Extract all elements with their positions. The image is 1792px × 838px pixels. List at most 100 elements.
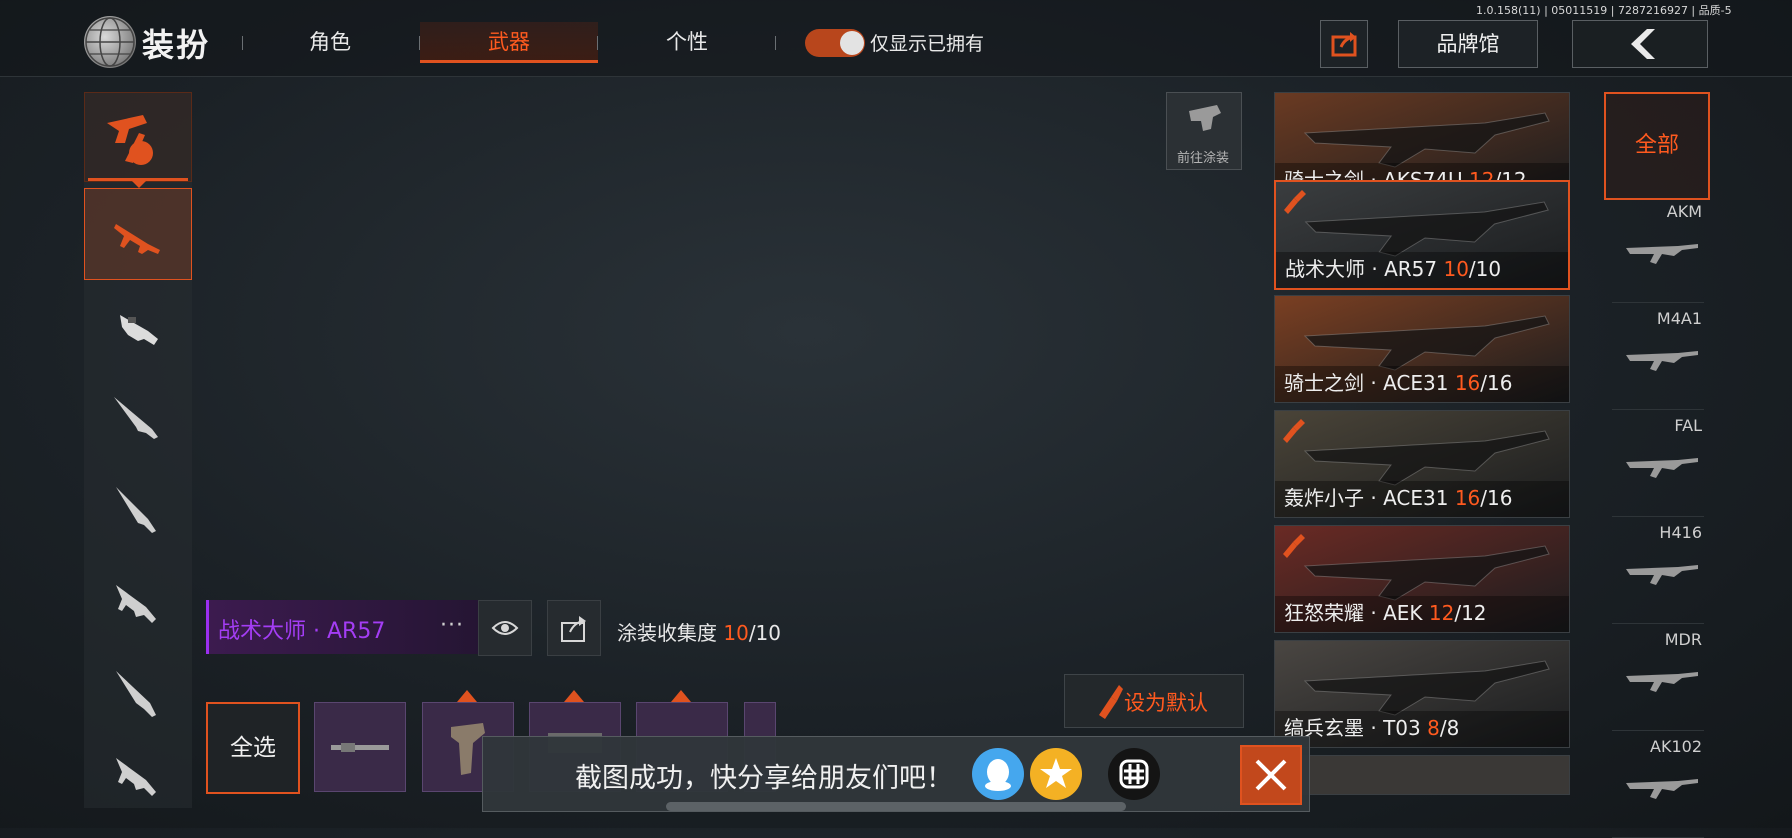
back-arrow-icon — [1631, 29, 1655, 59]
all-weapons-icon — [107, 115, 153, 165]
skin-name: 战术大师 · AR57 10/10 — [1285, 253, 1501, 282]
skin-name: 骑士之剑 · ACE31 16/16 — [1284, 367, 1512, 396]
skin-total: /12 — [1454, 601, 1487, 625]
gun-silhouette-icon — [1626, 244, 1698, 264]
close-icon — [1255, 759, 1287, 791]
gun-filter-item[interactable]: MDR — [1612, 626, 1704, 731]
skin-title: 轰炸小子 · ACE31 — [1284, 486, 1455, 510]
go-paint-label: 前往涂装 — [1176, 151, 1229, 166]
share-icon — [1331, 32, 1357, 57]
brush-icon — [1099, 685, 1123, 719]
category-shotgun[interactable] — [84, 648, 192, 738]
skin-card-partial[interactable] — [1274, 755, 1570, 795]
grid-share-icon — [1119, 759, 1149, 789]
marksman-rifle-icon — [116, 487, 156, 533]
skin-card[interactable]: 轰炸小子 · ACE31 16/16 — [1274, 410, 1570, 518]
rifle-icon — [116, 585, 156, 623]
assault-rifle-icon — [114, 224, 160, 254]
other-share-button[interactable] — [1108, 748, 1160, 800]
toggle-knob — [840, 31, 864, 55]
back-button[interactable] — [1572, 20, 1708, 68]
smg-icon — [120, 315, 158, 345]
divider — [775, 36, 776, 50]
owned-only-label: 仅显示已拥有 — [870, 33, 985, 55]
version-info: 1.0.158(11) | 05011519 | 7287216927 | 品质… — [1476, 4, 1732, 17]
slot-arrow — [564, 690, 584, 702]
paint-brush-icon — [1283, 419, 1305, 443]
skin-name: 狂怒荣耀 · AEK 12/12 — [1284, 597, 1487, 626]
category-lmg[interactable] — [84, 740, 192, 808]
skin-card[interactable]: 狂怒荣耀 · AEK 12/12 — [1274, 525, 1570, 633]
gun-filter-item[interactable]: FAL — [1612, 412, 1704, 517]
gun-name: FAL — [1674, 416, 1702, 435]
lmg-icon — [116, 758, 156, 796]
paint-brush-icon — [1283, 534, 1305, 558]
category-marksman[interactable] — [84, 464, 192, 554]
skin-card[interactable]: 战术大师 · AR57 10/10 — [1274, 180, 1570, 290]
qzone-star-icon — [1040, 758, 1072, 788]
skin-owned: 16 — [1454, 486, 1481, 510]
gun-silhouette-icon — [1626, 672, 1698, 692]
gun-silhouette-icon — [1626, 351, 1698, 371]
skin-title: 狂怒荣耀 · AEK — [1284, 601, 1429, 625]
qq-share-button[interactable] — [972, 748, 1024, 800]
category-sniper[interactable] — [84, 372, 192, 462]
globe-logo-icon — [84, 16, 136, 68]
gun-filter-item[interactable]: AKM — [1612, 198, 1704, 303]
category-smg[interactable] — [84, 280, 192, 370]
brand-hall-button[interactable]: 品牌馆 — [1398, 20, 1538, 68]
gun-silhouette-icon — [1626, 779, 1698, 799]
toast-close-button[interactable] — [1240, 745, 1302, 805]
gun-name: MDR — [1664, 630, 1702, 649]
skin-owned: 10 — [1443, 257, 1469, 281]
category-assault-rifle[interactable] — [84, 188, 192, 280]
skin-title: 骑士之剑 · ACE31 — [1284, 371, 1455, 395]
gun-filter-item[interactable]: AK102 — [1612, 733, 1704, 838]
share-skin-button[interactable] — [547, 600, 601, 656]
more-options-icon[interactable]: ··· — [440, 613, 464, 638]
filter-all-button[interactable]: 全部 — [1604, 92, 1710, 200]
set-default-label: 设为默认 — [1124, 691, 1208, 715]
skin-card[interactable]: 骑士之剑 · ACE31 16/16 — [1274, 295, 1570, 403]
shotgun-icon — [116, 671, 156, 717]
skin-card[interactable]: 缟兵玄墨 · T03 8/8 — [1274, 640, 1570, 748]
sniper-rifle-icon — [114, 397, 158, 439]
gun-name: AK102 — [1650, 737, 1702, 756]
select-all-button[interactable]: 全选 — [206, 702, 300, 794]
skin-total: /10 — [1468, 257, 1502, 281]
skin-owned: 12 — [1428, 601, 1455, 625]
tab-personality[interactable]: 个性 — [598, 22, 776, 62]
paint-collection: 涂装收集度 10/10 — [617, 617, 781, 646]
qq-icon — [985, 759, 1011, 791]
gun-silhouette-icon — [1626, 565, 1698, 585]
qzone-share-button[interactable] — [1030, 748, 1082, 800]
skin-name: 轰炸小子 · ACE31 16/16 — [1284, 482, 1512, 511]
skin-total: /16 — [1480, 371, 1513, 395]
gun-name: H416 — [1659, 523, 1702, 542]
tab-role[interactable]: 角色 — [241, 22, 419, 62]
toast-message: 截图成功，快分享给朋友们吧！ — [575, 763, 953, 794]
collection-total: /10 — [748, 621, 781, 645]
gun-name: M4A1 — [1656, 309, 1702, 328]
gun-filter-item[interactable]: H416 — [1612, 519, 1704, 624]
tab-weapon[interactable]: 武器 — [420, 22, 598, 63]
skin-name: 缟兵玄墨 · T03 8/8 — [1284, 712, 1459, 741]
paint-brush-icon — [1284, 190, 1306, 214]
preview-button[interactable] — [478, 600, 532, 656]
category-rifle[interactable] — [84, 556, 192, 646]
category-all-weapons[interactable] — [84, 92, 192, 182]
horizontal-scrollbar[interactable] — [666, 802, 1126, 811]
eye-icon — [491, 621, 519, 635]
collection-count: 10 — [723, 621, 749, 645]
attachment-slot[interactable] — [314, 702, 406, 792]
page-title: 装扮 — [142, 26, 211, 64]
spray-gun-icon — [1189, 105, 1221, 131]
skin-title: 战术大师 · AR57 — [1285, 257, 1444, 281]
gun-silhouette-icon — [1626, 458, 1698, 478]
skin-total: /16 — [1480, 486, 1513, 510]
selected-skin-name: 战术大师 · AR57 — [218, 619, 386, 644]
gun-filter-item[interactable]: M4A1 — [1612, 305, 1704, 410]
share-icon — [561, 616, 586, 642]
category-indicator-arrow — [131, 180, 147, 188]
share-button[interactable] — [1320, 20, 1368, 68]
